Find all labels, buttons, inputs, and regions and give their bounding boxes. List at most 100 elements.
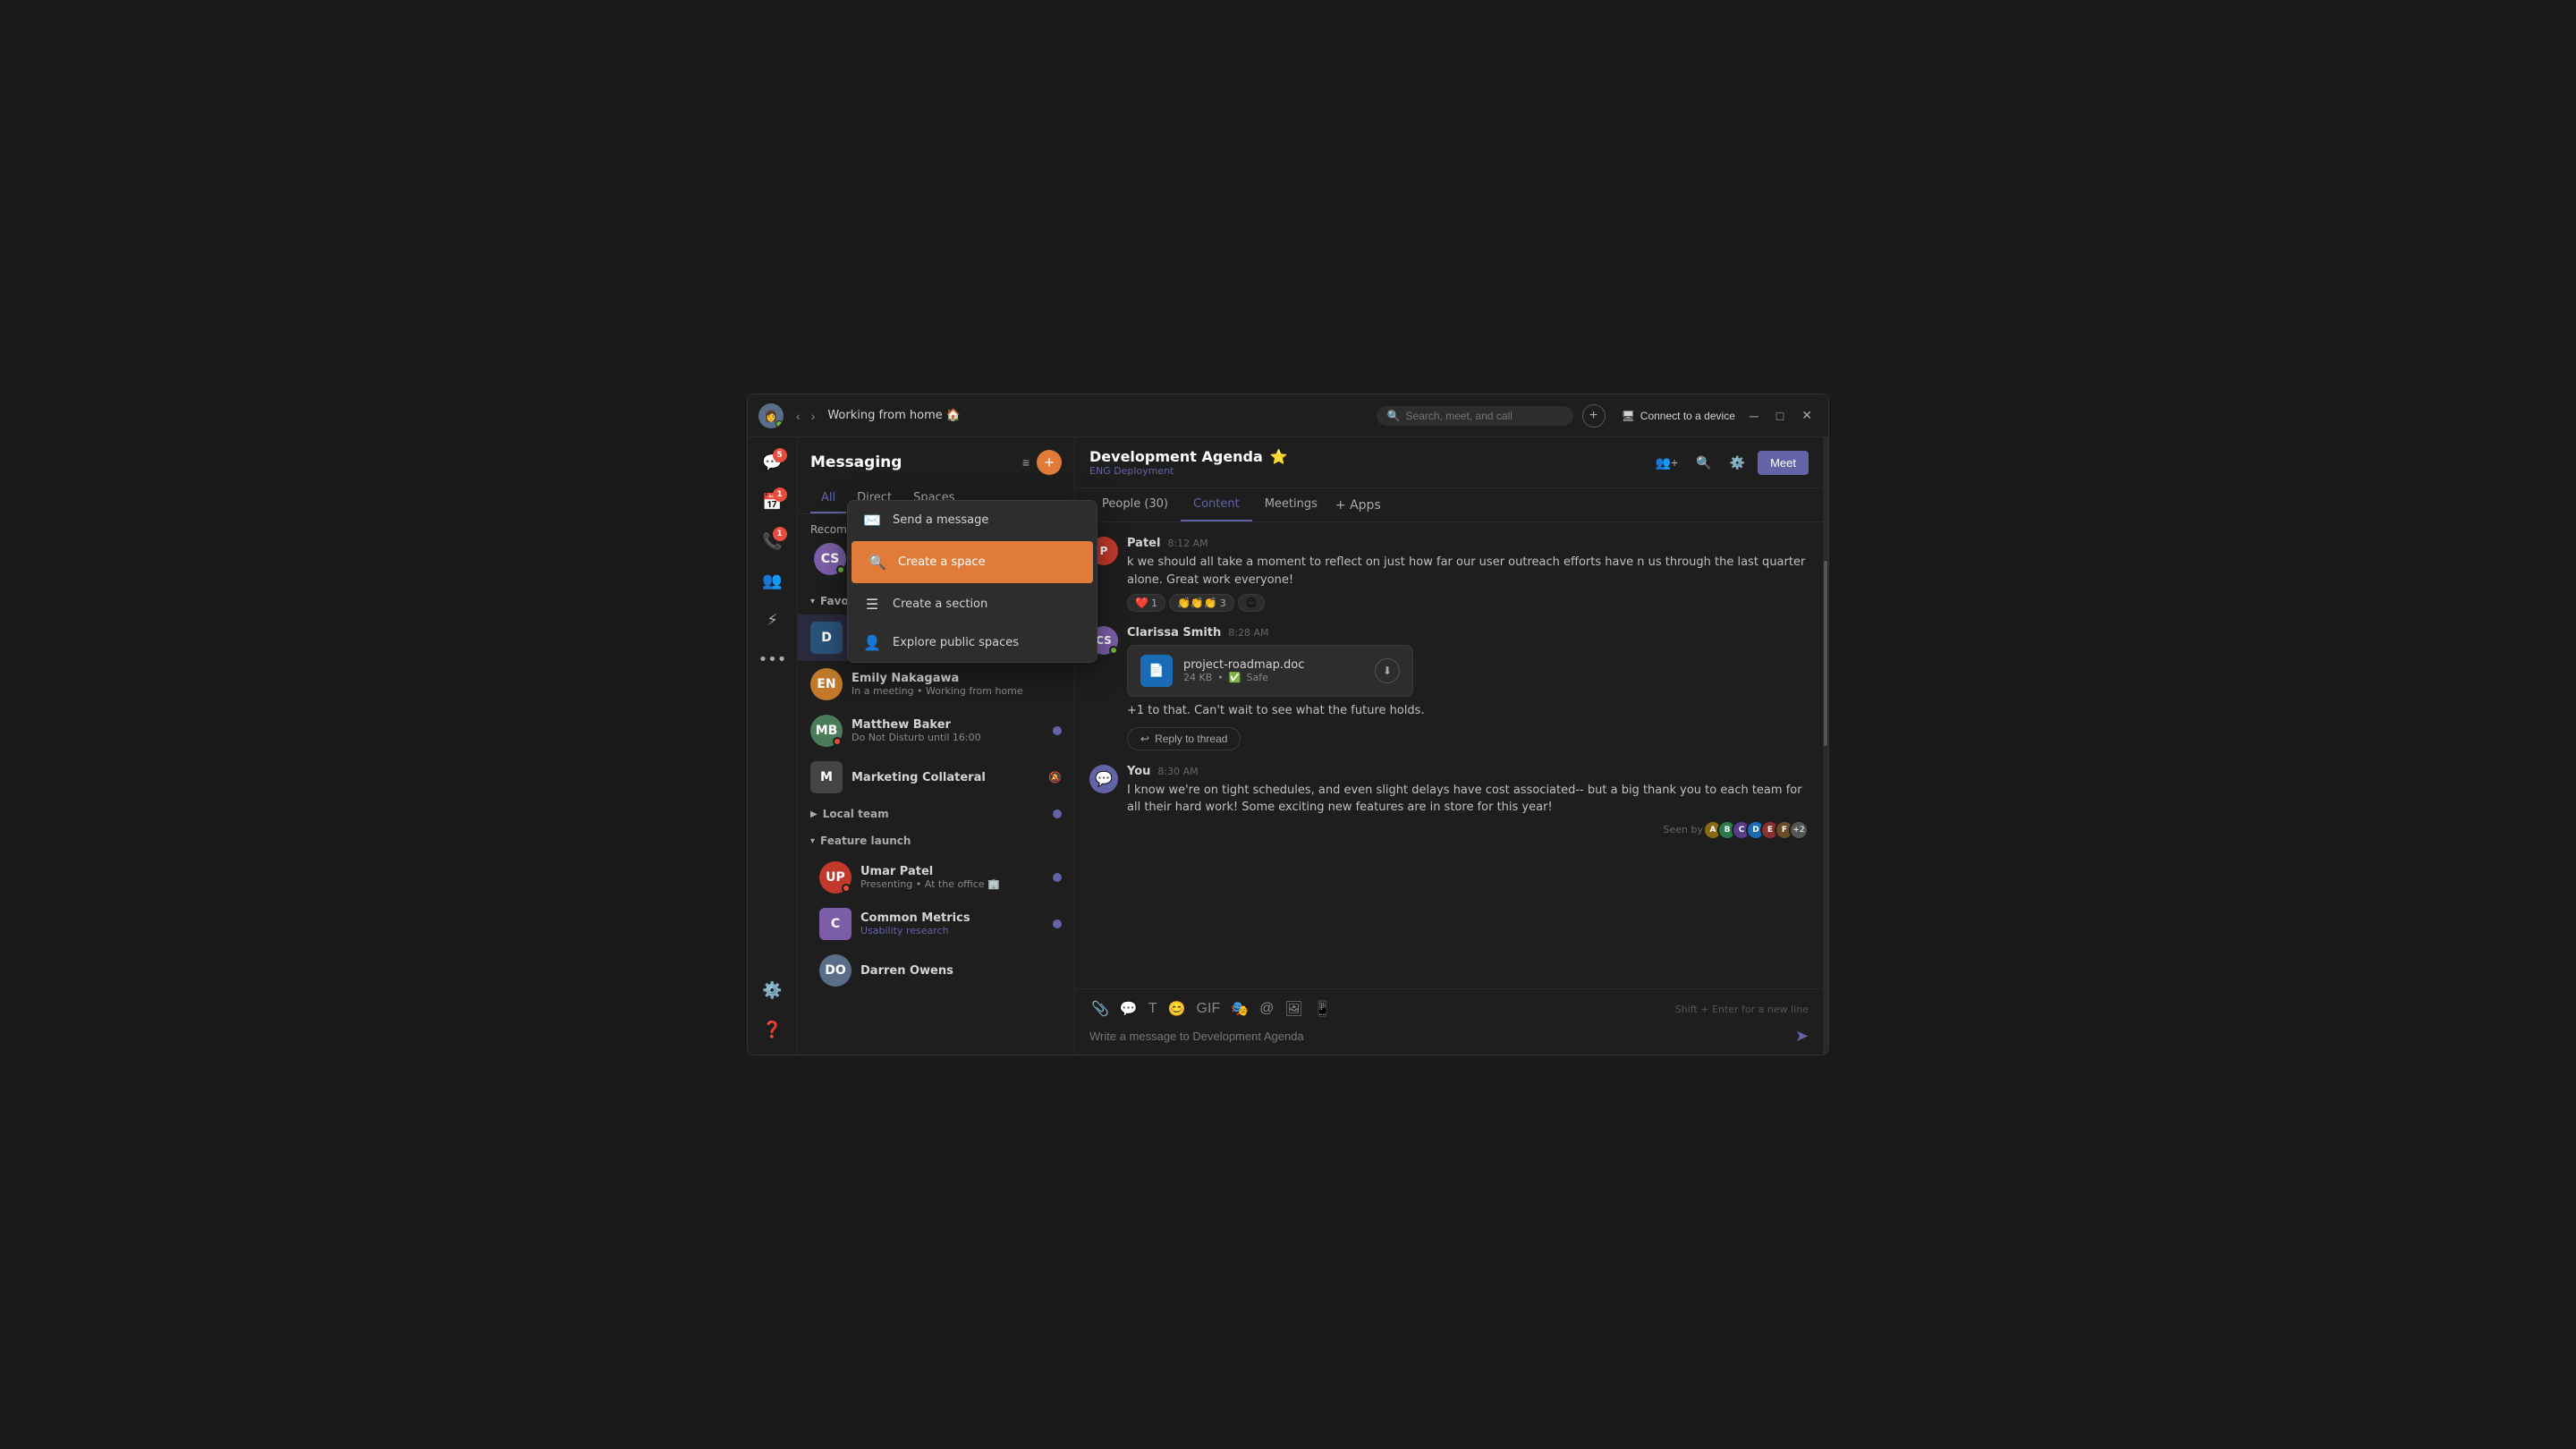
chat-header: Development Agenda ⭐ ENG Deployment 👥+ 🔍… bbox=[1075, 437, 1823, 488]
conv-item-common-metrics[interactable]: C Common Metrics Usability research bbox=[798, 901, 1074, 947]
conv-item-darren[interactable]: DO Darren Owens bbox=[798, 947, 1074, 994]
reaction-add[interactable]: 😊 bbox=[1238, 594, 1266, 612]
local-team-chevron: ▶ bbox=[810, 809, 818, 819]
send-button[interactable]: ➤ bbox=[1795, 1027, 1809, 1046]
sidebar-item-activity[interactable]: ⚡ bbox=[755, 602, 791, 638]
patel-msg-header: Patel 8:12 AM bbox=[1127, 537, 1809, 550]
add-button[interactable]: + bbox=[1582, 404, 1606, 428]
panel-header: Messaging ≡ + bbox=[798, 437, 1074, 484]
calendar-badge: 1 bbox=[773, 487, 787, 502]
connect-device-button[interactable]: 🖥 Connect to a device bbox=[1622, 410, 1735, 422]
local-team-section-header[interactable]: ▶ Local team bbox=[798, 801, 1074, 827]
emily-avatar: EN bbox=[810, 668, 843, 700]
clarissa-msg-text: +1 to that. Can't wait to see what the f… bbox=[1127, 702, 1809, 720]
clarissa-status-dot bbox=[836, 565, 845, 574]
you-msg-text: I know we're on tight schedules, and eve… bbox=[1127, 782, 1809, 817]
chat-settings-button[interactable]: ⚙️ bbox=[1724, 451, 1750, 475]
minimize-button[interactable]: ─ bbox=[1744, 406, 1764, 425]
message-input-area: 📎 💬 T 😊 GIF 🎭 @ 🖼 📱 Shift + Enter for a … bbox=[1075, 988, 1823, 1055]
user-avatar[interactable]: 👩 bbox=[758, 403, 784, 428]
favorite-star[interactable]: ⭐ bbox=[1270, 448, 1288, 465]
tab-content[interactable]: Content bbox=[1181, 488, 1252, 521]
dropdown-create-space[interactable]: 🔍 Create a space bbox=[852, 541, 1093, 583]
sticker-button[interactable]: 🎭 bbox=[1229, 998, 1250, 1020]
file-info: project-roadmap.doc 24 KB • ✅ Safe bbox=[1183, 658, 1364, 683]
at-mention-button[interactable]: @ bbox=[1258, 999, 1275, 1019]
emoji-button[interactable]: 😊 bbox=[1166, 998, 1188, 1020]
conv-item-matthew[interactable]: MB Matthew Baker Do Not Disturb until 16… bbox=[798, 708, 1074, 754]
sidebar-item-people[interactable]: 👥 bbox=[755, 563, 791, 598]
file-attachment: 📄 project-roadmap.doc 24 KB • ✅ Safe bbox=[1127, 645, 1413, 697]
maximize-button[interactable]: □ bbox=[1771, 406, 1789, 425]
sidebar-item-calendar[interactable]: 📅 1 bbox=[755, 484, 791, 520]
search-input[interactable] bbox=[1406, 410, 1563, 422]
send-message-icon: ✉️ bbox=[862, 512, 882, 529]
help-icon: ❓ bbox=[762, 1021, 782, 1039]
screen-share-button[interactable]: 📱 bbox=[1312, 998, 1334, 1020]
tab-people[interactable]: People (30) bbox=[1089, 488, 1181, 521]
sidebar-item-chat[interactable]: 💬 5 bbox=[755, 445, 791, 480]
message-input[interactable] bbox=[1089, 1030, 1788, 1043]
sidebar-item-calls[interactable]: 📞 1 bbox=[755, 523, 791, 559]
darren-avatar: DO bbox=[819, 954, 852, 987]
dropdown-create-section[interactable]: ☰ Create a section bbox=[848, 585, 1097, 623]
dropdown-send-message[interactable]: ✉️ Send a message bbox=[848, 501, 1097, 539]
you-msg-time: 8:30 AM bbox=[1157, 766, 1198, 777]
add-members-button[interactable]: 👥+ bbox=[1650, 451, 1684, 475]
matthew-notification bbox=[1053, 726, 1062, 735]
activity-icon: ⚡ bbox=[767, 611, 778, 630]
format-button[interactable]: 💬 bbox=[1118, 998, 1140, 1020]
marketing-avatar: M bbox=[810, 761, 843, 793]
window-title: Working from home 🏠 bbox=[827, 409, 1367, 422]
dropdown-explore-spaces[interactable]: 👤 Explore public spaces bbox=[848, 623, 1097, 662]
feature-launch-section-header[interactable]: ▾ Feature launch bbox=[798, 827, 1074, 854]
sidebar-item-more[interactable]: ••• bbox=[755, 641, 791, 677]
umar-sub: Presenting • At the office 🏢 bbox=[860, 878, 1044, 890]
chat-badge: 5 bbox=[773, 448, 787, 462]
image-button[interactable]: 🖼 bbox=[1283, 998, 1304, 1020]
download-button[interactable]: ⬇ bbox=[1375, 658, 1400, 683]
marketing-info: Marketing Collateral bbox=[852, 771, 1039, 784]
tab-add-apps[interactable]: + Apps bbox=[1330, 489, 1386, 521]
more-icon: ••• bbox=[758, 650, 787, 669]
common-metrics-avatar: C bbox=[819, 908, 852, 940]
close-button[interactable]: ✕ bbox=[1796, 406, 1818, 425]
panel-menu-button[interactable]: ≡ bbox=[1019, 450, 1033, 475]
search-chat-button[interactable]: 🔍 bbox=[1690, 451, 1716, 475]
search-bar[interactable]: 🔍 bbox=[1377, 406, 1573, 426]
tab-all[interactable]: All bbox=[810, 484, 846, 513]
seen-more-count: +2 bbox=[1789, 820, 1809, 840]
darren-info: Darren Owens bbox=[860, 964, 1062, 978]
attach-button[interactable]: 📎 bbox=[1089, 998, 1111, 1020]
message-row: P Patel 8:12 AM k we should all take a m… bbox=[1089, 537, 1809, 612]
create-section-icon: ☰ bbox=[862, 596, 882, 613]
panel-title: Messaging bbox=[810, 453, 1012, 471]
new-conversation-button[interactable]: + bbox=[1037, 450, 1062, 475]
you-message-content: You 8:30 AM I know we're on tight schedu… bbox=[1127, 765, 1809, 840]
gif-button[interactable]: GIF bbox=[1195, 999, 1223, 1019]
emily-name: Emily Nakagawa bbox=[852, 672, 1062, 685]
tab-meetings[interactable]: Meetings bbox=[1252, 488, 1330, 521]
matthew-avatar: MB bbox=[810, 715, 843, 747]
reaction-clap[interactable]: 👏👏👏 3 bbox=[1169, 594, 1234, 612]
clarissa-msg-header: Clarissa Smith 8:28 AM bbox=[1127, 626, 1809, 640]
forward-button[interactable]: › bbox=[808, 407, 819, 425]
window-controls: ─ □ ✕ bbox=[1744, 406, 1818, 425]
conv-item-emily[interactable]: EN Emily Nakagawa In a meeting • Working… bbox=[798, 661, 1074, 708]
reply-thread-button[interactable]: ↩ Reply to thread bbox=[1127, 727, 1241, 750]
umar-status-dot bbox=[842, 884, 851, 893]
sidebar-item-settings[interactable]: ⚙️ bbox=[755, 972, 791, 1008]
back-button[interactable]: ‹ bbox=[792, 407, 804, 425]
monitor-icon: 🖥 bbox=[1622, 410, 1635, 422]
chat-title-group: Development Agenda ⭐ ENG Deployment bbox=[1089, 448, 1288, 477]
scroll-bar[interactable] bbox=[1823, 437, 1828, 1055]
reaction-heart[interactable]: ❤️ 1 bbox=[1127, 594, 1165, 612]
meet-button[interactable]: Meet bbox=[1758, 451, 1809, 475]
common-metrics-sub: Usability research bbox=[860, 925, 1044, 936]
conv-item-marketing[interactable]: M Marketing Collateral 🔕 bbox=[798, 754, 1074, 801]
sidebar-item-help[interactable]: ❓ bbox=[755, 1012, 791, 1047]
text-format-button[interactable]: T bbox=[1147, 999, 1159, 1019]
settings-icon: ⚙️ bbox=[762, 981, 782, 1000]
conv-item-umar[interactable]: UP Umar Patel Presenting • At the office… bbox=[798, 854, 1074, 901]
scroll-thumb[interactable] bbox=[1824, 561, 1827, 746]
